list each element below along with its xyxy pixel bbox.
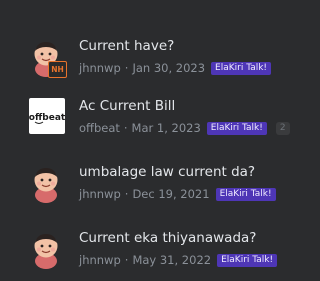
- user-avatar[interactable]: NH: [29, 38, 69, 78]
- thread-author[interactable]: offbeat: [79, 121, 120, 135]
- user-avatar[interactable]: offbeat: [29, 98, 65, 134]
- thread-item: umbalage law current da? jhnnwp · Dec 19…: [0, 155, 283, 215]
- thread-date[interactable]: Dec 19, 2021: [132, 187, 209, 201]
- thread-title[interactable]: Current have?: [79, 38, 174, 55]
- thread-title[interactable]: Ac Current Bill: [79, 98, 175, 115]
- meta-separator: ·: [124, 187, 129, 201]
- thread-date[interactable]: Mar 1, 2023: [132, 121, 201, 135]
- forum-badge[interactable]: ElaKiri Talk!: [206, 121, 267, 135]
- meta-separator: ·: [124, 61, 129, 75]
- avatar-badge-text: NH: [51, 65, 64, 74]
- similar-threads-list: NH Current have? jhnnwp · Jan 30, 2023 E…: [0, 0, 290, 273]
- thread-author[interactable]: jhnnwp: [79, 253, 121, 267]
- thread-item: NH Current have? jhnnwp · Jan 30, 2023 E…: [0, 29, 283, 89]
- thread-title[interactable]: umbalage law current da?: [79, 164, 255, 181]
- thread-title[interactable]: Current eka thiyanawada?: [79, 230, 256, 247]
- offbeat-logo-icon: offbeat: [29, 113, 65, 124]
- meta-separator: ·: [123, 121, 128, 135]
- thread-meta: jhnnwp · Jan 30, 2023 ElaKiri Talk!: [79, 60, 272, 76]
- offbeat-logo-text: offbeat: [29, 113, 65, 123]
- avatar-badge: NH: [48, 61, 67, 78]
- thread-date[interactable]: Jan 30, 2023: [132, 61, 205, 75]
- thread-item: offbeat Ac Current Bill offbeat · Mar 1,…: [0, 89, 290, 149]
- forum-badge[interactable]: ElaKiri Talk!: [211, 61, 272, 75]
- reply-count-badge: 2: [275, 121, 290, 135]
- meta-separator: ·: [124, 253, 129, 267]
- thread-author[interactable]: jhnnwp: [79, 61, 121, 75]
- user-avatar[interactable]: [29, 164, 69, 204]
- forum-badge[interactable]: ElaKiri Talk!: [215, 187, 276, 201]
- cartoon-face-avatar-icon: [34, 234, 58, 269]
- thread-date[interactable]: May 31, 2022: [132, 253, 211, 267]
- thread-item: Current eka thiyanawada? jhnnwp · May 31…: [0, 221, 283, 281]
- user-avatar[interactable]: [29, 230, 69, 270]
- thread-meta: jhnnwp · Dec 19, 2021 ElaKiri Talk!: [79, 186, 276, 202]
- cartoon-face-avatar-icon: [34, 168, 58, 203]
- thread-meta: jhnnwp · May 31, 2022 ElaKiri Talk!: [79, 252, 278, 268]
- thread-author[interactable]: jhnnwp: [79, 187, 121, 201]
- thread-meta: offbeat · Mar 1, 2023 ElaKiri Talk! 2: [79, 120, 290, 136]
- forum-badge[interactable]: ElaKiri Talk!: [217, 253, 278, 267]
